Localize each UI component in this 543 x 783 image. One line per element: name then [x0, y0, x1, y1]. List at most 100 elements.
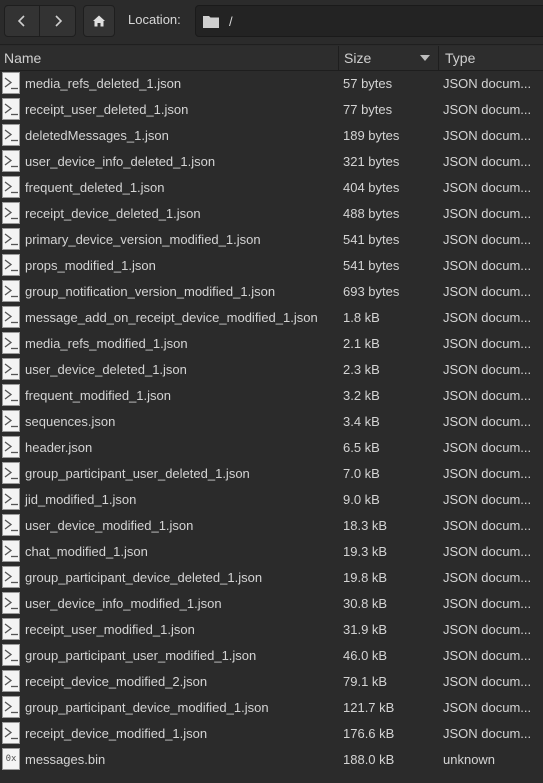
file-name: header.json	[25, 440, 93, 455]
json-file-icon	[2, 254, 20, 276]
folder-icon	[203, 15, 219, 28]
sort-descending-icon	[420, 55, 430, 61]
file-name: media_refs_deleted_1.json	[25, 76, 182, 91]
file-name: receipt_user_modified_1.json	[25, 622, 195, 637]
json-file-icon	[2, 488, 20, 510]
file-row[interactable]: group_participant_device_modified_1.json…	[0, 695, 543, 721]
file-row[interactable]: media_refs_deleted_1.json 57 bytes JSON do…	[0, 71, 543, 97]
chevron-left-icon	[17, 15, 25, 27]
file-row[interactable]: sequences.json 3.4 kB JSON docum...	[0, 409, 543, 435]
column-name-label: Name	[4, 50, 42, 66]
file-type: JSON docum...	[443, 440, 532, 455]
file-size: 541 bytes	[343, 258, 400, 273]
file-size: 79.1 kB	[343, 674, 388, 689]
file-row[interactable]: primary_device_version_modified_1.json 54…	[0, 227, 543, 253]
file-size: 541 bytes	[343, 232, 400, 247]
file-size: 693 bytes	[343, 284, 400, 299]
file-row[interactable]: frequent_modified_1.json 3.2 kB JSON docum…	[0, 383, 543, 409]
back-button[interactable]	[4, 5, 40, 37]
file-name: user_device_modified_1.json	[25, 518, 194, 533]
file-list: media_refs_deleted_1.json 57 bytes JSON do…	[0, 71, 543, 773]
json-file-icon	[2, 98, 20, 120]
file-size: 404 bytes	[343, 180, 400, 195]
json-file-icon	[2, 202, 20, 224]
file-type: JSON docum...	[443, 310, 532, 325]
file-type: JSON docum...	[443, 206, 532, 221]
file-type: JSON docum...	[443, 128, 532, 143]
file-row[interactable]: receipt_device_modified_2.json 79.1 kB JSO…	[0, 669, 543, 695]
json-file-icon	[2, 618, 20, 640]
file-row[interactable]: user_device_modified_1.json 18.3 kB JSON d…	[0, 513, 543, 539]
file-row[interactable]: jid_modified_1.json 9.0 kB JSON docum...	[0, 487, 543, 513]
file-row[interactable]: frequent_deleted_1.json 404 bytes JSON doc…	[0, 175, 543, 201]
file-row[interactable]: user_device_info_deleted_1.json 321 bytes…	[0, 149, 543, 175]
home-button[interactable]	[83, 5, 115, 37]
file-name: receipt_device_modified_2.json	[25, 674, 208, 689]
file-row[interactable]: receipt_device_deleted_1.json 488 bytes JS…	[0, 201, 543, 227]
file-size: 321 bytes	[343, 154, 400, 169]
json-file-icon	[2, 592, 20, 614]
file-row[interactable]: header.json 6.5 kB JSON docum...	[0, 435, 543, 461]
json-file-icon	[2, 384, 20, 406]
file-row[interactable]: group_notification_version_modified_1.js…	[0, 279, 543, 305]
file-size: 3.4 kB	[343, 414, 380, 429]
file-type: JSON docum...	[443, 336, 532, 351]
file-size: 189 bytes	[343, 128, 400, 143]
file-row[interactable]: props_modified_1.json 541 bytes JSON docum…	[0, 253, 543, 279]
file-type: JSON docum...	[443, 180, 532, 195]
file-row[interactable]: 0x messages.bin 188.0 kB unknown	[0, 747, 543, 773]
file-type: JSON docum...	[443, 388, 532, 403]
file-type: JSON docum...	[443, 362, 532, 377]
file-size: 188.0 kB	[343, 752, 395, 767]
file-name: receipt_user_deleted_1.json	[25, 102, 189, 117]
toolbar: Location: /	[0, 0, 543, 45]
file-row[interactable]: message_add_on_receipt_device_modified_1…	[0, 305, 543, 331]
file-type: JSON docum...	[443, 466, 532, 481]
json-file-icon	[2, 280, 20, 302]
file-size: 2.3 kB	[343, 362, 380, 377]
file-row[interactable]: group_participant_user_deleted_1.json 7.0…	[0, 461, 543, 487]
file-type: JSON docum...	[443, 284, 532, 299]
file-name: receipt_device_deleted_1.json	[25, 206, 201, 221]
file-row[interactable]: user_device_info_modified_1.json 30.8 kB J…	[0, 591, 543, 617]
file-row[interactable]: user_device_deleted_1.json 2.3 kB JSON doc…	[0, 357, 543, 383]
file-row[interactable]: receipt_user_deleted_1.json 77 bytes JSON …	[0, 97, 543, 123]
file-size: 488 bytes	[343, 206, 400, 221]
file-name: props_modified_1.json	[25, 258, 156, 273]
file-type: JSON docum...	[443, 232, 532, 247]
file-size: 57 bytes	[343, 76, 393, 91]
column-header-type[interactable]: Type	[439, 46, 543, 70]
file-row[interactable]: receipt_user_modified_1.json 31.9 kB JSON …	[0, 617, 543, 643]
forward-button[interactable]	[40, 5, 76, 37]
file-size: 19.8 kB	[343, 570, 388, 585]
file-row[interactable]: chat_modified_1.json 19.3 kB JSON docum...	[0, 539, 543, 565]
file-type: JSON docum...	[443, 648, 532, 663]
location-path: /	[229, 13, 233, 29]
column-header-name[interactable]: Name	[0, 46, 339, 70]
json-file-icon	[2, 306, 20, 328]
location-field[interactable]: /	[195, 5, 543, 37]
json-file-icon	[2, 644, 20, 666]
file-size: 2.1 kB	[343, 336, 380, 351]
file-name: chat_modified_1.json	[25, 544, 148, 559]
file-row[interactable]: deletedMessages_1.json 189 bytes JSON docu…	[0, 123, 543, 149]
file-name: user_device_deleted_1.json	[25, 362, 187, 377]
file-name: frequent_modified_1.json	[25, 388, 171, 403]
file-type: JSON docum...	[443, 622, 532, 637]
file-size: 121.7 kB	[343, 700, 395, 715]
file-row[interactable]: media_refs_modified_1.json 2.1 kB JSON doc…	[0, 331, 543, 357]
file-name: media_refs_modified_1.json	[25, 336, 188, 351]
json-file-icon	[2, 228, 20, 250]
file-name: group_notification_version_modified_1.js…	[25, 284, 276, 299]
file-size: 1.8 kB	[343, 310, 380, 325]
file-type: JSON docum...	[443, 674, 532, 689]
column-header: Name Size Type	[0, 46, 543, 71]
file-name: deletedMessages_1.json	[25, 128, 169, 143]
file-type: JSON docum...	[443, 258, 532, 273]
file-row[interactable]: receipt_device_modified_1.json 176.6 kB JS…	[0, 721, 543, 747]
column-header-size[interactable]: Size	[339, 46, 439, 70]
json-file-icon	[2, 566, 20, 588]
file-row[interactable]: group_participant_device_deleted_1.json 1…	[0, 565, 543, 591]
file-row[interactable]: group_participant_user_modified_1.json 46…	[0, 643, 543, 669]
file-type: JSON docum...	[443, 596, 532, 611]
